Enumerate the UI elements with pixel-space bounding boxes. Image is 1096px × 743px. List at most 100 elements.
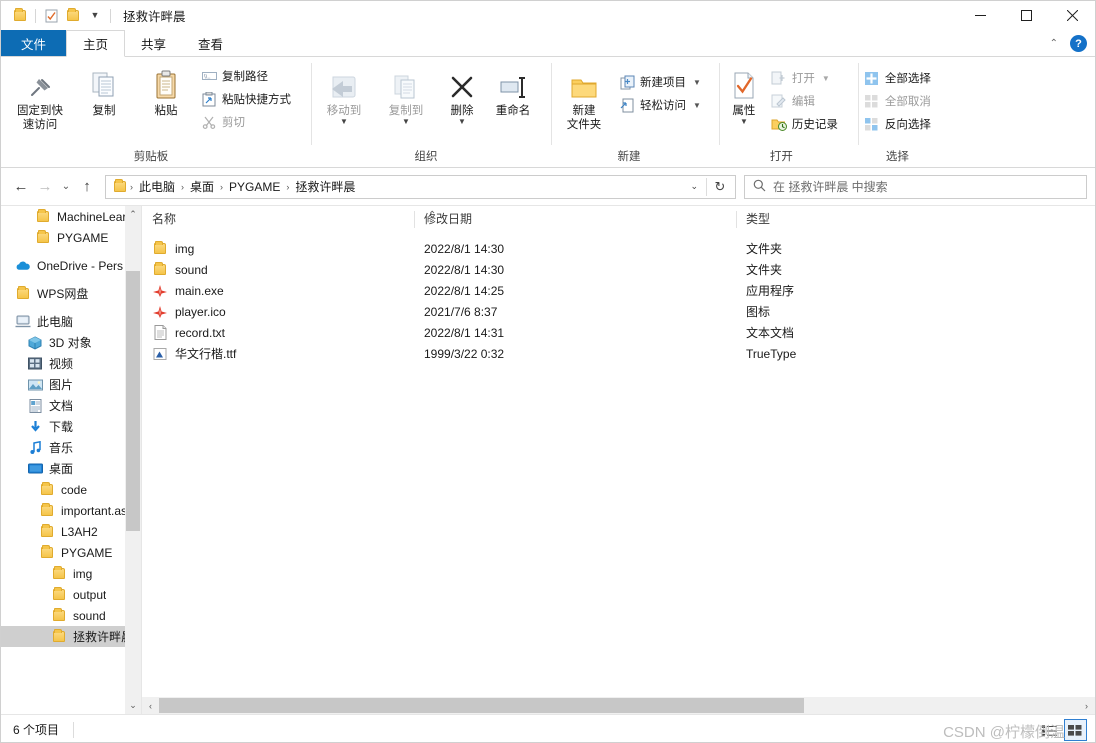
folder-icon[interactable] — [9, 5, 31, 27]
sidebar-item-code[interactable]: code — [1, 479, 141, 500]
scrollbar-track[interactable] — [159, 697, 1078, 714]
address-dropdown-icon[interactable]: ⌄ — [682, 181, 706, 192]
new-folder-icon[interactable] — [62, 5, 84, 27]
paste-shortcut-button[interactable]: 粘贴快捷方式 — [197, 88, 295, 110]
sidebar-item-3d-objects[interactable]: 3D 对象 — [1, 332, 141, 353]
folder-icon — [39, 482, 55, 498]
select-small-buttons: 全部选择 全部取消 反向选择 — [860, 63, 935, 135]
file-date: 2022/8/1 14:30 — [424, 241, 505, 256]
sidebar-item-sound[interactable]: sound — [1, 605, 141, 626]
sidebar-item-pygame[interactable]: PYGAME — [1, 542, 141, 563]
properties-button[interactable]: 属性 ▼ — [721, 63, 767, 126]
copy-to-button: 复制到 ▼ — [375, 63, 437, 126]
file-list-horizontal-scrollbar[interactable]: ‹ › — [142, 697, 1095, 714]
rename-button[interactable]: 重命名 — [487, 63, 539, 118]
horizontal-scrollbar-thumb[interactable] — [159, 698, 804, 713]
close-button[interactable] — [1049, 1, 1095, 30]
properties-icon[interactable] — [40, 5, 62, 27]
pin-icon — [26, 67, 54, 101]
sidebar-item-pictures[interactable]: 图片 — [1, 374, 141, 395]
scroll-left-arrow-icon[interactable]: ‹ — [142, 701, 159, 711]
sidebar-item-machinelearning[interactable]: MachineLearnin — [1, 206, 141, 227]
folder-icon — [39, 503, 55, 519]
history-button[interactable]: 历史记录 — [767, 113, 842, 135]
sidebar-item-this-pc[interactable]: 此电脑 — [1, 311, 141, 332]
paste-button[interactable]: 粘贴 — [135, 63, 197, 118]
tab-view[interactable]: 查看 — [182, 30, 239, 57]
customize-caret-icon[interactable]: ▼ — [84, 5, 106, 27]
chevron-up-icon[interactable]: ⌃ — [1044, 38, 1064, 49]
new-item-button[interactable]: 新建项目 ▼ — [615, 71, 705, 93]
sidebar-item-documents[interactable]: 文档 — [1, 395, 141, 416]
details-view-icon[interactable] — [1038, 719, 1061, 741]
tab-home[interactable]: 主页 — [66, 30, 126, 57]
sidebar-item-l3ah2[interactable]: L3AH2 — [1, 521, 141, 542]
sidebar-item-music[interactable]: 音乐 — [1, 437, 141, 458]
new-folder-button[interactable]: 新建 文件夹 — [553, 63, 615, 132]
search-input[interactable]: 在 拯救许畔晨 中搜索 — [744, 174, 1087, 199]
copy-path-button[interactable]: \\.. 复制路径 — [197, 65, 295, 87]
music-icon — [27, 440, 43, 456]
history-label: 历史记录 — [791, 119, 838, 131]
file-date: 2022/8/1 14:30 — [424, 262, 505, 277]
delete-button[interactable]: 删除 ▼ — [437, 63, 487, 126]
column-header-date[interactable]: 修改日期 — [414, 206, 736, 233]
copy-button[interactable]: 复制 — [73, 63, 135, 118]
breadcrumb-item-this-pc[interactable]: 此电脑 — [135, 178, 179, 195]
large-icons-view-icon[interactable] — [1064, 719, 1087, 741]
select-all-button[interactable]: 全部选择 — [860, 67, 935, 89]
ribbon-group-select: 全部选择 全部取消 反向选择 选择 — [857, 57, 937, 167]
sidebar-item-wps-cloud[interactable]: WPS网盘 — [1, 283, 141, 304]
sidebar-item-videos[interactable]: 视频 — [1, 353, 141, 374]
breadcrumb-item-desktop[interactable]: 桌面 — [186, 178, 218, 195]
breadcrumb-separator: › — [181, 181, 185, 192]
sidebar-item-pygame-quick[interactable]: PYGAME — [1, 227, 141, 248]
help-icon[interactable]: ? — [1070, 35, 1087, 52]
cut-button: 剪切 — [197, 111, 295, 133]
breadcrumb-item-pygame[interactable]: PYGAME — [225, 180, 284, 194]
column-header-name[interactable]: 名称 — [142, 206, 414, 233]
select-none-icon — [864, 93, 880, 109]
file-type: 文件夹 — [746, 263, 783, 277]
sidebar-item-output[interactable]: output — [1, 584, 141, 605]
file-date: 2022/8/1 14:25 — [424, 283, 505, 298]
recent-locations-icon[interactable]: ⌄ — [57, 175, 75, 199]
back-button[interactable]: ← — [9, 175, 33, 199]
sidebar-item-current-folder[interactable]: 拯救许畔晨 — [1, 626, 141, 647]
sidebar-item-desktop[interactable]: 桌面 — [1, 458, 141, 479]
table-row[interactable]: 华文行楷.ttf 1999/3/22 0:32 TrueType — [142, 343, 1095, 364]
sidebar-item-important-assignment[interactable]: important.ass — [1, 500, 141, 521]
table-row[interactable]: main.exe 2022/8/1 14:25 应用程序 — [142, 280, 1095, 301]
breadcrumb-item-current[interactable]: 拯救许畔晨 — [291, 178, 359, 195]
scroll-right-arrow-icon[interactable]: › — [1078, 701, 1095, 711]
edit-button: 编辑 — [767, 90, 842, 112]
sidebar-item-onedrive[interactable]: OneDrive - Pers — [1, 255, 141, 276]
up-button[interactable]: ↑ — [75, 175, 99, 199]
table-row[interactable]: record.txt 2022/8/1 14:31 文本文档 — [142, 322, 1095, 343]
sidebar-item-img[interactable]: img — [1, 563, 141, 584]
ribbon-right-controls: ⌃ ? — [1044, 30, 1093, 57]
column-header-type[interactable]: 类型 — [736, 206, 916, 233]
minimize-button[interactable] — [957, 1, 1003, 30]
chevron-down-icon[interactable]: ▼ — [693, 78, 701, 87]
sidebar-item-downloads[interactable]: 下载 — [1, 416, 141, 437]
sidebar-item-label: PYGAME — [61, 545, 113, 560]
copy-label: 复制 — [92, 105, 116, 117]
scroll-down-arrow-icon[interactable]: ⌄ — [125, 697, 141, 714]
chevron-down-icon[interactable]: ▼ — [693, 101, 701, 110]
file-date: 1999/3/22 0:32 — [424, 346, 505, 361]
sidebar-scrollbar[interactable]: ⌃ ⌄ — [125, 206, 141, 714]
easy-access-button[interactable]: 轻松访问 ▼ — [615, 94, 705, 116]
table-row[interactable]: sound 2022/8/1 14:30 文件夹 — [142, 259, 1095, 280]
tab-share[interactable]: 共享 — [125, 30, 182, 57]
invert-selection-button[interactable]: 反向选择 — [860, 113, 935, 135]
maximize-button[interactable] — [1003, 1, 1049, 30]
pin-to-quick-access-button[interactable]: 固定到快 速访问 — [7, 63, 73, 132]
address-bar[interactable]: › 此电脑 › 桌面 › PYGAME › 拯救许畔晨 ⌄ ↻ — [105, 174, 736, 199]
sidebar-scrollbar-thumb[interactable] — [126, 271, 140, 531]
table-row[interactable]: player.ico 2021/7/6 8:37 图标 — [142, 301, 1095, 322]
table-row[interactable]: img 2022/8/1 14:30 文件夹 — [142, 238, 1095, 259]
scroll-up-arrow-icon[interactable]: ⌃ — [125, 206, 141, 223]
refresh-icon[interactable]: ↻ — [707, 179, 733, 195]
tab-file[interactable]: 文件 — [1, 30, 67, 57]
